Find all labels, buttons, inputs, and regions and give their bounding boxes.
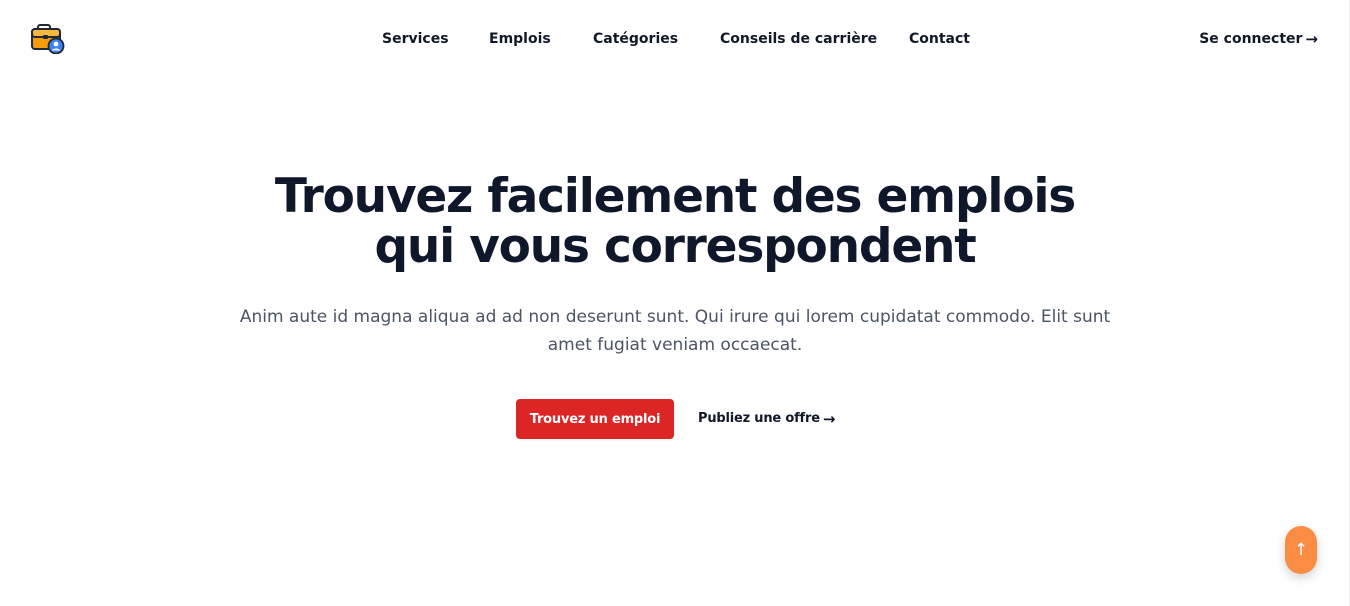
scroll-to-top-button[interactable]: ↑ <box>1285 526 1317 574</box>
find-job-button[interactable]: Trouvez un emploi <box>516 399 674 439</box>
briefcase-user-icon[interactable] <box>31 24 65 55</box>
post-offer-label: Publiez une offre <box>698 411 820 426</box>
nav-career-advice[interactable]: Conseils de carrière <box>720 30 877 48</box>
hero-title-line-1: Trouvez facilement des emplois <box>274 169 1076 224</box>
nav-services[interactable]: Services <box>382 30 449 48</box>
arrow-up-icon: ↑ <box>1293 540 1309 560</box>
signin-link[interactable]: Se connecter → <box>1199 30 1318 48</box>
post-offer-link[interactable]: Publiez une offre → <box>698 410 835 428</box>
signin-label: Se connecter <box>1199 31 1303 47</box>
hero-title-line-2: qui vous correspondent <box>374 219 976 274</box>
hero-subtitle: Anim aute id magna aliqua ad ad non dese… <box>239 307 1111 355</box>
nav-contact[interactable]: Contact <box>909 30 970 48</box>
nav-emplois[interactable]: Emplois <box>489 30 551 48</box>
page: Services Emplois Catégories Conseils de … <box>0 0 1350 606</box>
arrow-right-icon: → <box>822 410 836 428</box>
site-header: Services Emplois Catégories Conseils de … <box>0 0 1350 78</box>
nav-categories[interactable]: Catégories <box>593 30 678 48</box>
hero-actions: Trouvez un emploi Publiez une offre → <box>0 399 1350 439</box>
hero-title: Trouvez facilement des emplois qui vous … <box>0 172 1350 272</box>
arrow-right-icon: → <box>1305 30 1318 48</box>
